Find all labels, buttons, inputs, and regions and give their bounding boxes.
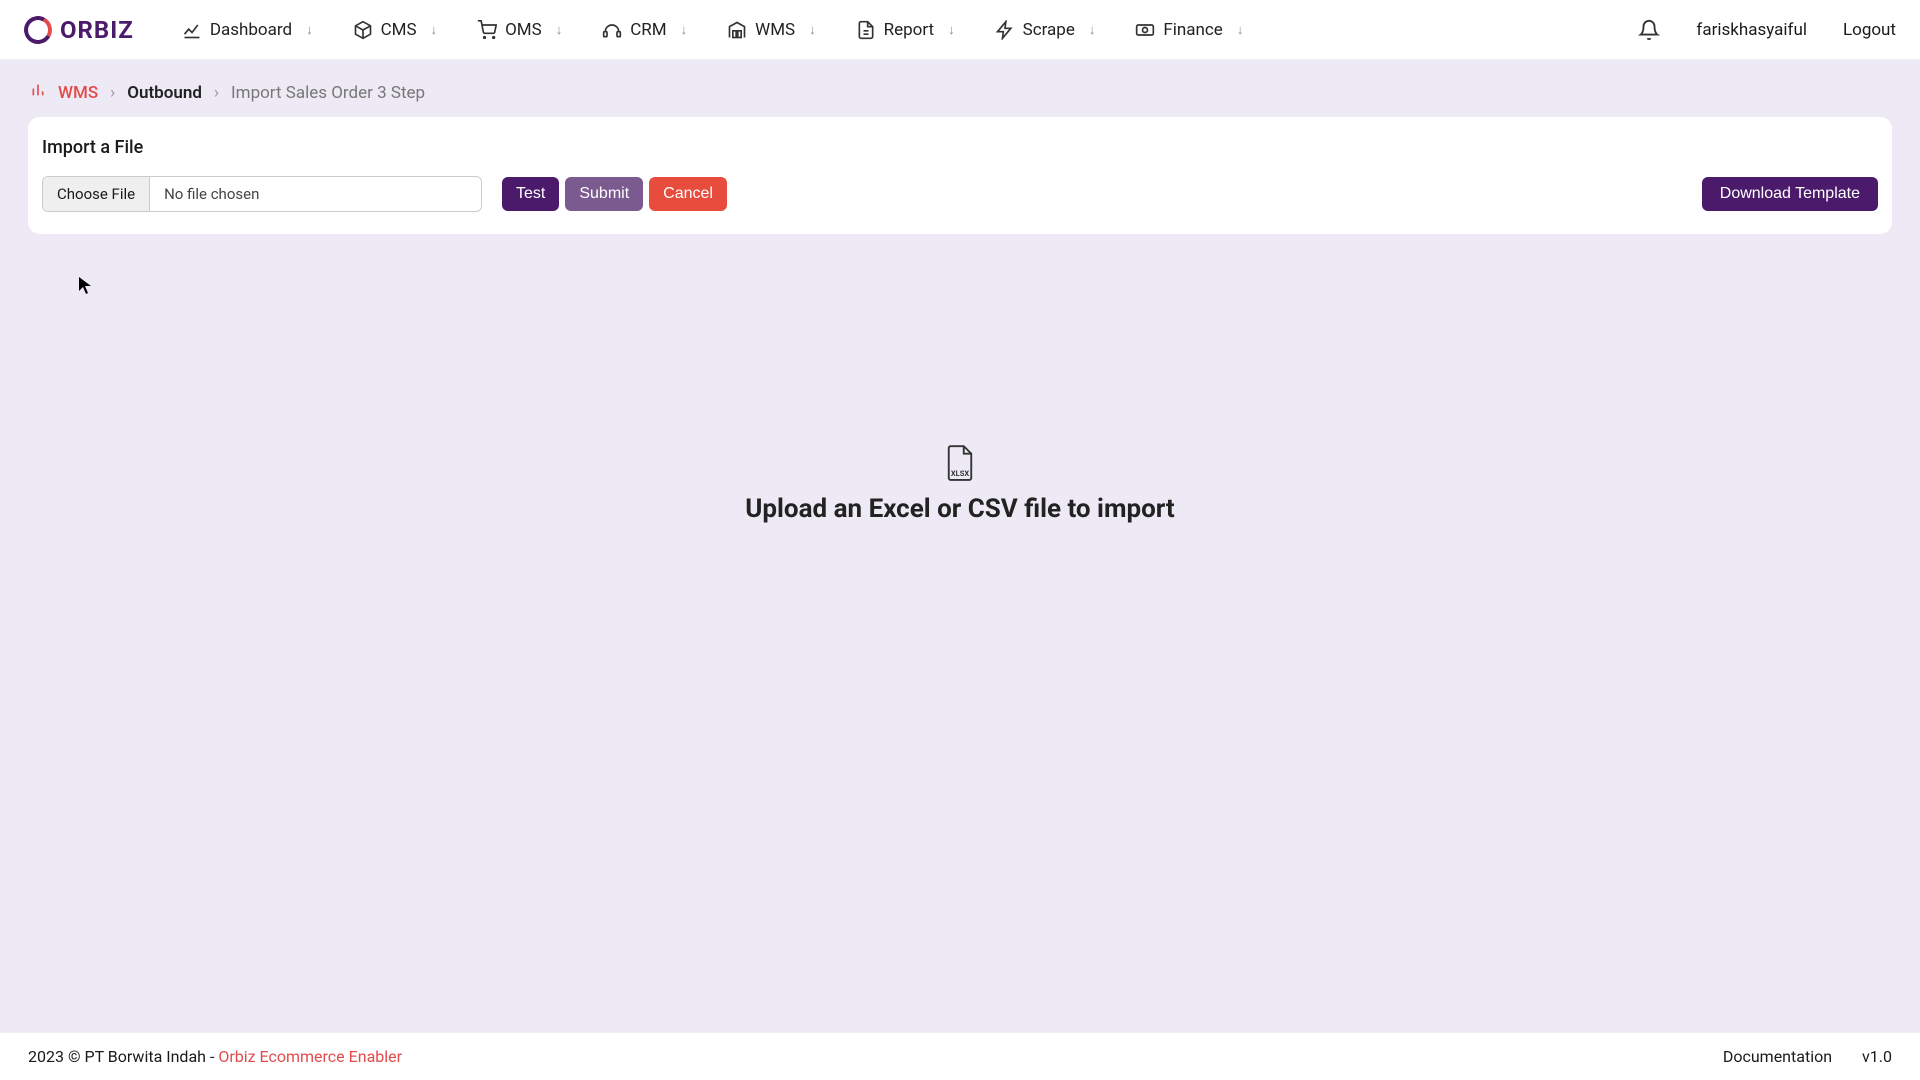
cancel-button[interactable]: Cancel — [649, 177, 727, 211]
nav-label: CRM — [630, 20, 666, 40]
footer-left: 2023 © PT Borwita Indah - Orbiz Ecommerc… — [28, 1047, 1723, 1066]
file-status-text: No file chosen — [150, 185, 273, 203]
headset-icon — [602, 20, 622, 40]
button-group: Test Submit Cancel — [502, 177, 727, 211]
logout-link[interactable]: Logout — [1843, 20, 1896, 40]
documentation-link[interactable]: Documentation — [1723, 1047, 1832, 1066]
nav-crm[interactable]: CRM ↓ — [602, 20, 687, 40]
nav-label: Dashboard — [210, 20, 292, 40]
upload-prompt-text: Upload an Excel or CSV file to import — [745, 494, 1174, 524]
nav-finance[interactable]: Finance ↓ — [1135, 20, 1243, 40]
footer: 2023 © PT Borwita Indah - Orbiz Ecommerc… — [0, 1032, 1920, 1080]
breadcrumb-current: Import Sales Order 3 Step — [231, 83, 425, 103]
money-icon — [1135, 20, 1155, 40]
footer-brand-link[interactable]: Orbiz Ecommerce Enabler — [218, 1047, 402, 1066]
version-text: v1.0 — [1862, 1047, 1892, 1066]
bars-icon — [30, 82, 46, 103]
nav-label: CMS — [381, 20, 417, 40]
upload-empty-state: XLSX Upload an Excel or CSV file to impo… — [0, 444, 1920, 524]
breadcrumb-wms[interactable]: WMS — [58, 83, 98, 103]
header-right: fariskhasyaiful Logout — [1638, 19, 1896, 41]
nav-label: Scrape — [1023, 20, 1075, 40]
test-button[interactable]: Test — [502, 177, 559, 211]
nav-label: Finance — [1163, 20, 1222, 40]
nav-wms[interactable]: WMS ↓ — [727, 20, 816, 40]
nav-label: Report — [884, 20, 934, 40]
orbiz-logo-icon — [21, 12, 55, 46]
footer-copyright: 2023 © PT Borwita Indah - — [28, 1047, 218, 1066]
chevron-down-icon: ↓ — [809, 22, 816, 38]
mouse-cursor-icon — [78, 276, 92, 296]
cart-icon — [477, 20, 497, 40]
breadcrumb-sep: › — [214, 83, 219, 103]
choose-file-button[interactable]: Choose File — [43, 177, 150, 211]
nav-cms[interactable]: CMS ↓ — [353, 20, 438, 40]
nav-label: OMS — [505, 20, 542, 40]
svg-text:XLSX: XLSX — [951, 469, 969, 478]
username[interactable]: fariskhasyaiful — [1696, 20, 1807, 40]
submit-button[interactable]: Submit — [565, 177, 643, 211]
nav-scrape[interactable]: Scrape ↓ — [995, 20, 1096, 40]
chevron-down-icon: ↓ — [556, 22, 563, 38]
card-title: Import a File — [42, 137, 1878, 158]
breadcrumb-sep: › — [110, 83, 115, 103]
nav-dashboard[interactable]: Dashboard ↓ — [182, 20, 313, 40]
chart-line-icon — [182, 20, 202, 40]
chevron-down-icon: ↓ — [681, 22, 688, 38]
chevron-down-icon: ↓ — [1237, 22, 1244, 38]
chevron-down-icon: ↓ — [306, 22, 313, 38]
chevron-down-icon: ↓ — [431, 22, 438, 38]
top-header: ORBIZ Dashboard ↓ CMS ↓ OMS ↓ — [0, 0, 1920, 60]
brand-name: ORBIZ — [60, 16, 134, 44]
bolt-icon — [995, 20, 1015, 40]
download-template-button[interactable]: Download Template — [1702, 177, 1878, 211]
file-input[interactable]: Choose File No file chosen — [42, 176, 482, 212]
nav-label: WMS — [755, 20, 795, 40]
import-card: Import a File Choose File No file chosen… — [28, 117, 1892, 234]
brand-logo[interactable]: ORBIZ — [24, 16, 134, 44]
nav-report[interactable]: Report ↓ — [856, 20, 955, 40]
xlsx-file-icon: XLSX — [945, 444, 975, 480]
breadcrumb-outbound[interactable]: Outbound — [127, 83, 202, 103]
document-icon — [856, 20, 876, 40]
chevron-down-icon: ↓ — [948, 22, 955, 38]
warehouse-icon — [727, 20, 747, 40]
chevron-down-icon: ↓ — [1089, 22, 1096, 38]
main-nav: Dashboard ↓ CMS ↓ OMS ↓ CRM ↓ — [182, 20, 1639, 40]
action-row: Choose File No file chosen Test Submit C… — [42, 176, 1878, 212]
nav-oms[interactable]: OMS ↓ — [477, 20, 562, 40]
bell-icon[interactable] — [1638, 19, 1660, 41]
breadcrumb: WMS › Outbound › Import Sales Order 3 St… — [0, 60, 1920, 117]
cube-icon — [353, 20, 373, 40]
